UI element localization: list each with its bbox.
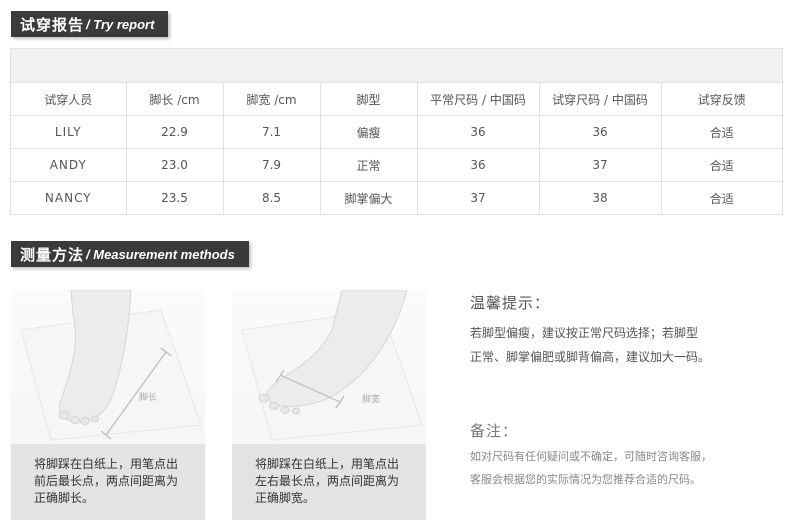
tips-block: 温馨提示： 若脚型偏瘦，建议按正常尺码选择；若脚型 正常、脚掌偏肥或脚背偏高，建… bbox=[470, 292, 770, 369]
foot-length-card: 脚长 将脚踩在白纸上，用笔点出 前后最长点，两点间距离为 正确脚长。 bbox=[11, 290, 205, 520]
table-cell: 36 bbox=[539, 115, 662, 149]
note-title: 备注： bbox=[470, 422, 519, 440]
table-header-row: 试穿人员 脚长 /cm 脚宽 /cm 脚型 平常尺码 / 中国码 试穿尺码 / … bbox=[11, 83, 782, 116]
try-report-table: 试穿人员 脚长 /cm 脚宽 /cm 脚型 平常尺码 / 中国码 试穿尺码 / … bbox=[10, 48, 783, 215]
table-cell: 23.0 bbox=[126, 148, 224, 182]
table-cell: 7.1 bbox=[223, 115, 321, 149]
column-header: 脚型 bbox=[320, 83, 418, 116]
foot-width-card: 脚宽 将脚踩在白纸上，用笔点出 左右最长点，两点间距离为 正确脚宽。 bbox=[232, 290, 426, 520]
table-cell: 36 bbox=[417, 115, 540, 149]
table-cell: 正常 bbox=[320, 148, 418, 182]
table-cell: 38 bbox=[539, 181, 662, 214]
column-header: 试穿反馈 bbox=[661, 83, 782, 116]
note-block: 备注： 如对尺码有任何疑问或不确定，可随时咨询客服， 客服会根据您的实际情况为您… bbox=[470, 420, 780, 491]
try-report-title-zh: 试穿报告 bbox=[20, 15, 85, 34]
table-cell: 22.9 bbox=[126, 115, 224, 149]
table-cell: 脚掌偏大 bbox=[320, 181, 418, 214]
table-cell: 36 bbox=[417, 148, 540, 182]
tips-title: 温馨提示： bbox=[470, 294, 551, 312]
foot-width-caption: 将脚踩在白纸上，用笔点出 左右最长点，两点间距离为 正确脚宽。 bbox=[232, 444, 426, 520]
column-header: 脚宽 /cm bbox=[223, 83, 321, 116]
table-row: LILY 22.9 7.1 偏瘦 36 36 合适 bbox=[11, 115, 782, 149]
table-cell: ANDY bbox=[11, 148, 127, 182]
try-report-header: 试穿报告 / Try report bbox=[11, 11, 169, 37]
table-cell: LILY bbox=[11, 115, 127, 149]
measurement-title-en: / Measurement methods bbox=[86, 246, 235, 262]
table-top-band bbox=[11, 49, 782, 83]
table-cell: 8.5 bbox=[223, 181, 321, 214]
foot-length-caption: 将脚踩在白纸上，用笔点出 前后最长点，两点间距离为 正确脚长。 bbox=[11, 444, 205, 520]
table-cell: 合适 bbox=[709, 191, 734, 206]
table-cell: 23.5 bbox=[126, 181, 224, 214]
table-cell: 37 bbox=[417, 181, 540, 214]
column-header: 试穿人员 bbox=[11, 83, 127, 116]
table-cell: 合适 bbox=[661, 115, 782, 149]
table-row: ANDY 23.0 7.9 正常 36 37 合适 bbox=[11, 148, 782, 182]
foot-length-illustration: 脚长 bbox=[20, 290, 202, 441]
note-body: 如对尺码有任何疑问或不确定，可随时咨询客服， 客服会根据您的实际情况为您推荐合适… bbox=[470, 450, 712, 486]
table-cell: 偏瘦 bbox=[320, 115, 418, 149]
table-cell: 合适 bbox=[661, 148, 782, 182]
foot-length-label: 脚长 bbox=[139, 391, 157, 403]
table-cell: 7.9 bbox=[223, 148, 321, 182]
column-header: 平常尺码 / 中国码 bbox=[417, 83, 540, 116]
table-cell: 37 bbox=[539, 148, 662, 182]
column-header: 试穿尺码 / 中国码 bbox=[539, 83, 662, 116]
foot-width-label: 脚宽 bbox=[362, 393, 380, 405]
foot-width-illustration: 脚宽 bbox=[241, 290, 423, 441]
column-header: 脚长 /cm bbox=[126, 83, 224, 116]
table-cell: NANCY bbox=[11, 181, 127, 214]
measurement-header: 测量方法 / Measurement methods bbox=[11, 241, 249, 267]
try-report-title-en: / Try report bbox=[86, 16, 155, 32]
table-row: NANCY 23.5 8.5 脚掌偏大 37 38 合适 bbox=[11, 181, 782, 214]
tips-body: 若脚型偏瘦，建议按正常尺码选择；若脚型 正常、脚掌偏肥或脚背偏高，建议加大一码。 bbox=[470, 326, 711, 364]
measurement-title-zh: 测量方法 bbox=[20, 245, 85, 264]
